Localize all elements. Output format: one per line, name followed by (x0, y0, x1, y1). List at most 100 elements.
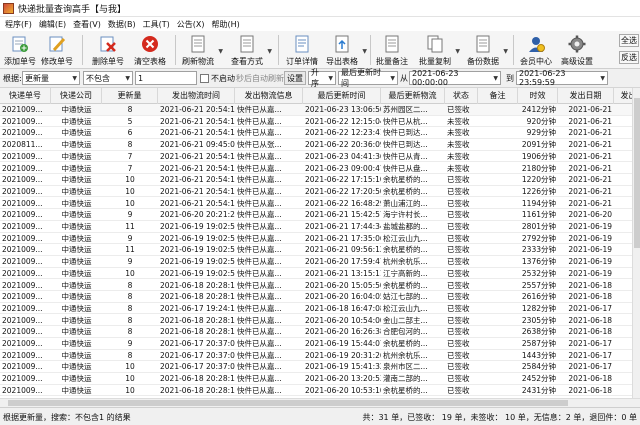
col-status[interactable]: 状态 (445, 88, 478, 104)
export-table-button[interactable]: 导出表格 ▼ (325, 32, 367, 68)
chevron-down-icon[interactable]: ▼ (503, 48, 508, 55)
col-last-update-time[interactable]: 最后更新时间 (303, 88, 381, 104)
menu-help[interactable]: 帮助(H) (209, 19, 244, 30)
col-update-count[interactable]: 更新量 (102, 88, 158, 104)
to-date-picker[interactable]: 2021-06-23 23:59:59 ▼ (516, 69, 608, 87)
scroll-thumb[interactable] (634, 98, 640, 248)
sort-field-select[interactable]: 最后更新时间 ▼ (338, 68, 398, 88)
table-row[interactable]: 2020811... 中通快运 8 2021-06-21 09:45:06 快件已从张.… (0, 139, 632, 151)
table-row[interactable]: 2021009... 中通快运 7 2021-06-21 20:54:18 快件已从嘉.… (0, 151, 632, 163)
table-row[interactable]: 2021009... 中通快运 5 2021-06-21 20:54:18 快件已从嘉.… (0, 116, 632, 128)
settings-button[interactable]: 设置 (284, 71, 306, 85)
advanced-settings-button[interactable]: 高级设置 (558, 32, 596, 68)
cell-ship-info: 快件已从嘉... (237, 280, 282, 290)
horizontal-scrollbar[interactable] (0, 398, 640, 407)
table-row[interactable]: 2021009... 中通快运 9 2021-06-19 19:02:53 快件已从嘉.… (0, 233, 632, 245)
view-mode-button[interactable]: 查看方式 ▼ (230, 32, 272, 68)
scroll-thumb[interactable] (8, 400, 568, 406)
col-last-update-info[interactable]: 最后更新物流 (381, 88, 445, 104)
cell-status: 已签收 (447, 222, 470, 231)
col-ship-date[interactable]: 发出日期 (558, 88, 614, 104)
by-label: 根据: (3, 73, 22, 83)
field-select[interactable]: 更新量 ▼ (22, 71, 80, 85)
table-row[interactable]: 2021009... 中通快运 10 2021-06-18 20:28:14 快件已从嘉… (0, 385, 632, 397)
table-row[interactable]: 2021009... 中通快运 8 2021-06-17 20:37:05 快件已从嘉.… (0, 350, 632, 362)
table-row[interactable]: 2021009... 中通快运 7 2021-06-21 20:54:18 快件已从嘉.… (0, 163, 632, 174)
cell-last-update-time: 2021-06-18 16:47:08 (305, 303, 381, 313)
table-row[interactable]: 2021009... 中通快运 6 2021-06-21 20:54:18 快件已从嘉.… (0, 127, 632, 139)
filter-value-input[interactable]: 1 (135, 71, 197, 85)
table-row[interactable]: 2021009... 中通快运 10 2021-06-17 20:37:05 快件已从嘉… (0, 361, 632, 373)
condition-select[interactable]: 不包含 ▼ (83, 71, 133, 85)
table-row[interactable]: 2021009... 中通快运 10 2021-06-18 20:28:14 快件已从嘉… (0, 373, 632, 385)
cell-ship-time: 2021-06-21 20:54:18 (160, 186, 235, 196)
table-row[interactable]: 2021009... 中通快运 9 2021-06-17 20:37:05 快件已从嘉.… (0, 338, 632, 350)
batch-copy-button[interactable]: 批量复制 ▼ (418, 32, 460, 68)
menu-view[interactable]: 查看(V) (71, 19, 106, 30)
col-note[interactable]: 备注 (478, 88, 518, 104)
cell-ship-date: 2021-06-21 (568, 105, 612, 114)
table-row[interactable]: 2021009... 中通快运 8 2021-06-18 20:28:14 快件已从嘉.… (0, 291, 632, 303)
cell-last-update-info: 余杭星桥的... (383, 339, 428, 348)
sort-order-select[interactable]: 升序 ▼ (308, 68, 336, 88)
menu-tools[interactable]: 工具(T) (141, 19, 175, 30)
col-ship-more[interactable]: 发出 (614, 88, 633, 104)
invert-select-button[interactable]: 反选 (619, 51, 639, 64)
cell-last-update-info: 灌南二部的... (383, 374, 428, 384)
cell-update-count: 7 (127, 151, 133, 161)
col-ship-info[interactable]: 发出物流信息 (235, 88, 303, 104)
col-courier[interactable]: 快递公司 (51, 88, 102, 104)
cell-ship-date: 2021-06-18 (568, 374, 612, 384)
clear-table-button[interactable]: 清空表格 (132, 32, 168, 68)
col-tracking-number[interactable]: 快递单号 (0, 88, 51, 104)
refresh-logistics-button[interactable]: 刷新物流 ▼ (181, 32, 223, 68)
cell-tracking-number: 2021009... (2, 210, 43, 220)
col-duration[interactable]: 时效 (518, 88, 558, 104)
cell-duration: 1226分钟 (521, 186, 556, 196)
cell-last-update-time: 2021-06-19 15:44:07 (305, 339, 381, 348)
menu-program[interactable]: 程序(F) (3, 19, 37, 30)
table-row[interactable]: 2021009... 中通快运 8 2021-06-18 20:28:14 快件已从嘉.… (0, 280, 632, 291)
menu-data[interactable]: 数据(B) (106, 19, 141, 30)
vertical-scrollbar[interactable] (632, 88, 640, 398)
cell-last-update-info: 余杭星桥的... (383, 385, 428, 395)
table-row[interactable]: 2021009... 中通快运 8 2021-06-18 20:28:14 快件已从嘉.… (0, 315, 632, 327)
table-row[interactable]: 2021009... 中通快运 8 2021-06-21 20:54:18 快件已从嘉.… (0, 104, 632, 116)
member-center-button[interactable]: 会员中心 (518, 32, 554, 68)
edit-tracking-button[interactable]: 修改单号 (40, 32, 74, 68)
batch-note-button[interactable]: 批量备注 (375, 32, 409, 68)
backup-data-button[interactable]: 备份数据 ▼ (466, 32, 508, 68)
cell-ship-info: 快件已从嘉... (237, 339, 282, 348)
cell-ship-more (614, 198, 632, 209)
cell-ship-more (614, 303, 632, 314)
table-row[interactable]: 2021009... 中通快运 10 2021-06-21 20:54:18 快件已从嘉… (0, 186, 632, 198)
col-ship-time[interactable]: 发出物流时间 (158, 88, 235, 104)
table-row[interactable]: 2021009... 中通快运 9 2021-06-19 19:02:53 快件已从嘉.… (0, 256, 632, 268)
select-all-button[interactable]: 全选 (619, 34, 639, 47)
menu-notice[interactable]: 公告(X) (175, 19, 210, 30)
from-date-picker[interactable]: 2021-06-23 00:00:00 ▼ (409, 69, 501, 87)
edit-tracking-icon (47, 34, 67, 54)
table-row[interactable]: 2021009... 中通快运 10 2021-06-21 20:54:18 快件已从嘉… (0, 174, 632, 186)
chevron-down-icon[interactable]: ▼ (218, 48, 223, 55)
cell-note (478, 385, 518, 396)
table-row[interactable]: 2021009... 中通快运 10 2021-06-19 19:02:53 快件已从嘉… (0, 268, 632, 280)
chevron-down-icon[interactable]: ▼ (362, 48, 367, 55)
delete-tracking-button[interactable]: 删除单号 (90, 32, 126, 68)
auto-start-toggle[interactable]: 不启动 (200, 71, 235, 85)
table-row[interactable]: 2021009... 中通快运 8 2021-06-18 20:28:14 快件已从嘉.… (0, 326, 632, 338)
table-row[interactable]: 2021009... 中通快运 11 2021-06-19 19:02:53 快件已从嘉… (0, 221, 632, 233)
cell-duration: 1443分钟 (521, 350, 556, 360)
chevron-down-icon[interactable]: ▼ (455, 48, 460, 55)
add-tracking-button[interactable]: 添加单号 (4, 32, 36, 68)
menu-edit[interactable]: 编辑(E) (37, 19, 71, 30)
order-details-button[interactable]: 订单详情 (284, 32, 320, 68)
table-row[interactable]: 2021009... 中通快运 8 2021-06-17 19:24:16 快件已从嘉.… (0, 303, 632, 315)
table-row[interactable]: 2021009... 中通快运 11 2021-06-19 19:02:53 快件已从嘉… (0, 244, 632, 256)
chevron-down-icon[interactable]: ▼ (267, 48, 272, 55)
table-row[interactable]: 2021009... 中通快运 9 2021-06-20 20:21:21 快件已从嘉.… (0, 209, 632, 221)
cell-courier: 中通快运 (61, 339, 92, 348)
table-row[interactable]: 2021009... 中通快运 10 2021-06-21 20:54:18 快件已从嘉… (0, 198, 632, 210)
cell-ship-more (614, 268, 632, 279)
cell-last-update-time: 2021-06-21 13:15:11 (305, 268, 381, 278)
